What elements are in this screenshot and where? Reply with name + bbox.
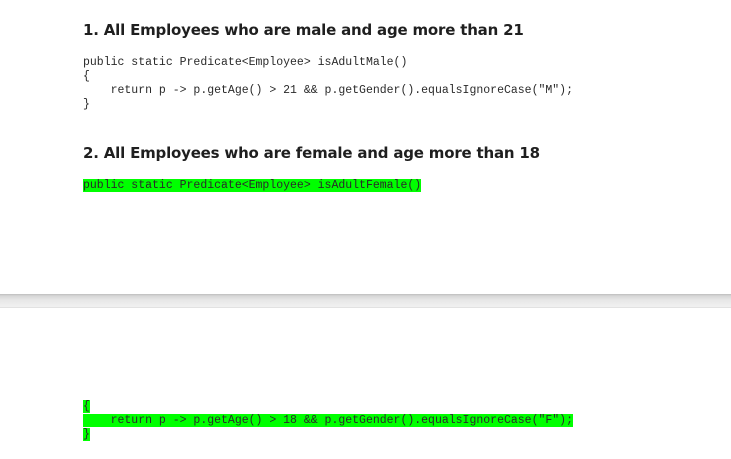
highlighted-code-line: return p -> p.getAge() > 18 && p.getGend… — [83, 414, 573, 428]
page-2: { return p -> p.getAge() > 18 && p.getGe… — [0, 307, 731, 459]
section-1-heading: 1. All Employees who are male and age mo… — [83, 21, 524, 39]
code-line: return p -> p.getAge() > 21 && p.getGend… — [83, 84, 573, 97]
code-highlight: return p -> p.getAge() > 18 && p.getGend… — [83, 414, 573, 427]
highlighted-code-line: { — [83, 400, 90, 414]
page-1: 1. All Employees who are male and age mo… — [0, 0, 731, 294]
code-highlight: public static Predicate<Employee> isAdul… — [83, 179, 422, 192]
code-line: public static Predicate<Employee> isAdul… — [83, 56, 408, 69]
page-break — [0, 294, 731, 307]
code-highlight: { — [83, 400, 90, 413]
code-line: } — [83, 98, 90, 111]
highlighted-code-line: public static Predicate<Employee> isAdul… — [83, 179, 422, 193]
highlighted-code-line: } — [83, 428, 90, 442]
section-2-heading: 2. All Employees who are female and age … — [83, 144, 540, 162]
code-line: { — [83, 70, 90, 83]
code-highlight: } — [83, 428, 90, 441]
